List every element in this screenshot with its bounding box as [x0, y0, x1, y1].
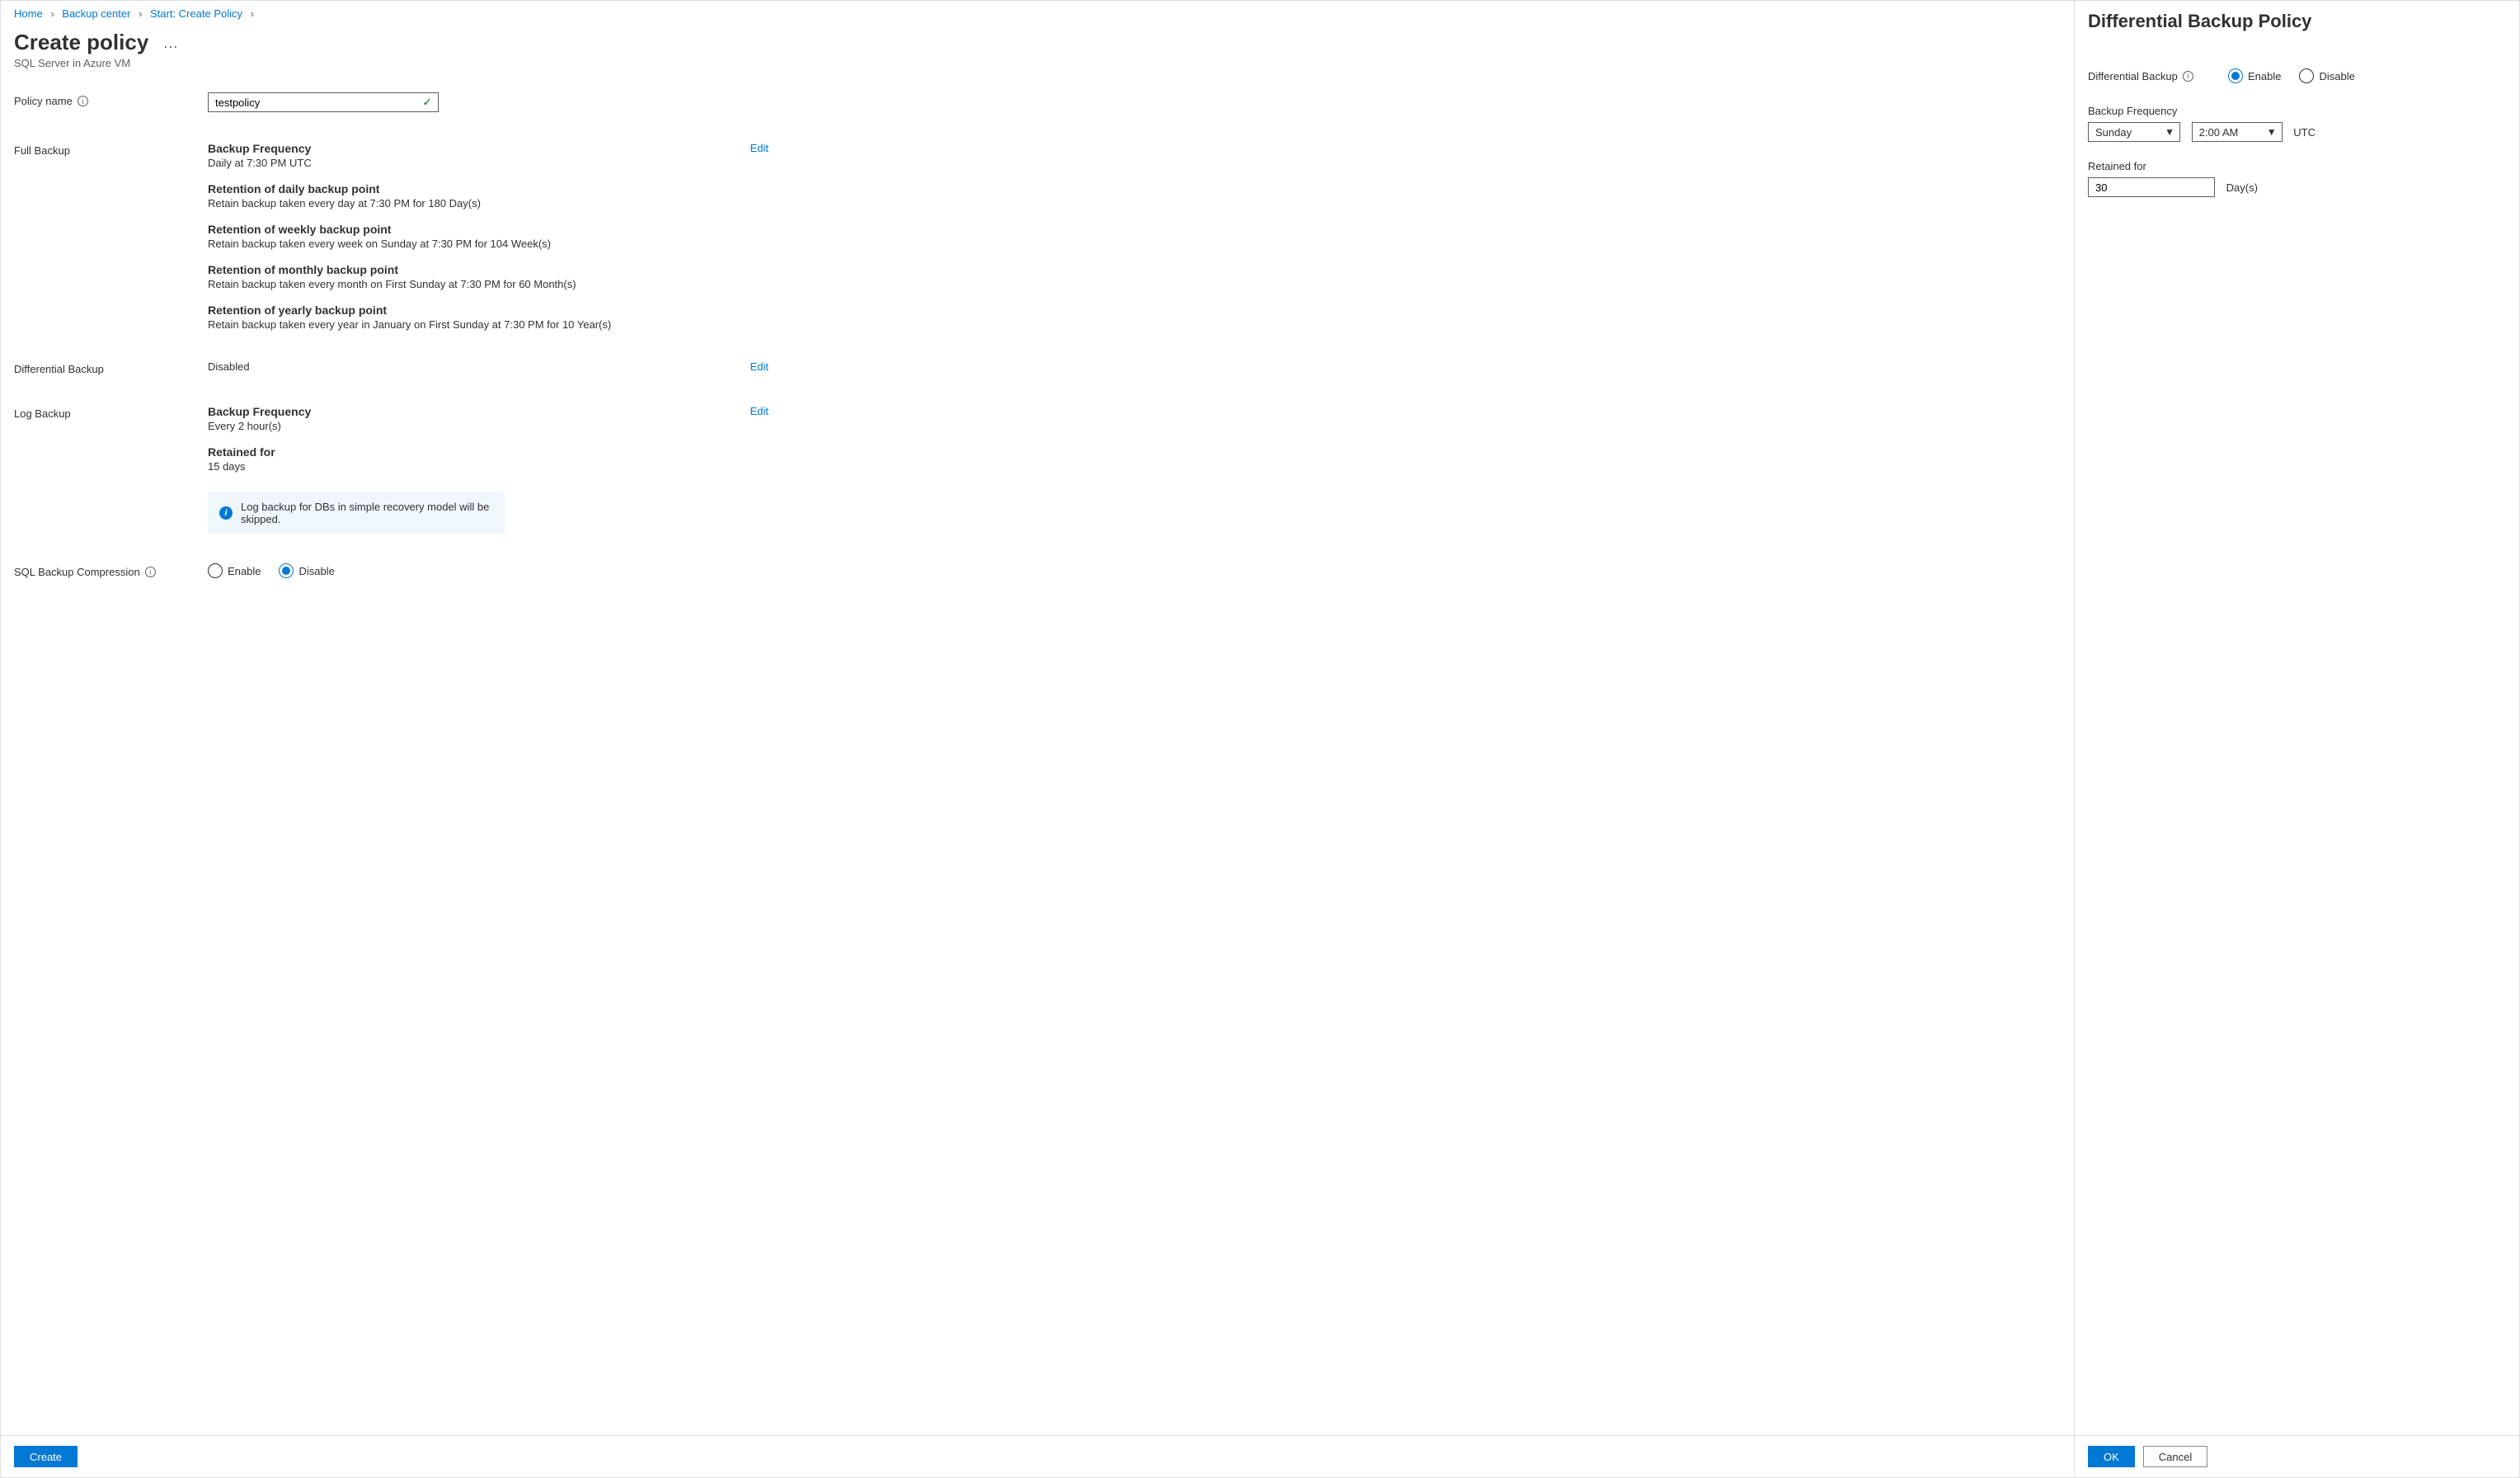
diff-backup-disable-radio[interactable]: Disable	[2299, 68, 2354, 83]
sql-compression-enable-radio[interactable]: Enable	[208, 563, 261, 578]
info-icon[interactable]: i	[78, 96, 88, 106]
log-backup-frequency-heading: Backup Frequency	[208, 405, 769, 418]
info-icon: i	[219, 506, 233, 520]
radio-disable-label: Disable	[299, 565, 334, 577]
info-icon[interactable]: i	[145, 567, 156, 577]
backup-frequency-label: Backup Frequency	[2088, 105, 2506, 117]
info-callout: i Log backup for DBs in simple recovery …	[208, 492, 505, 534]
retention-monthly-heading: Retention of monthly backup point	[208, 263, 769, 276]
retained-unit-label: Day(s)	[2226, 181, 2258, 194]
sql-compression-label: SQL Backup Compression i	[14, 563, 208, 578]
chevron-right-icon: ›	[50, 7, 54, 20]
differential-backup-label: Differential Backup	[14, 360, 208, 375]
log-backup-retained-heading: Retained for	[208, 445, 769, 459]
chevron-right-icon: ›	[139, 7, 142, 20]
create-button[interactable]: Create	[14, 1446, 78, 1467]
retention-weekly-text: Retain backup taken every week on Sunday…	[208, 238, 769, 250]
radio-disable-label: Disable	[2319, 70, 2354, 82]
panel-footer: OK Cancel	[2075, 1435, 2519, 1477]
retained-for-input[interactable]	[2088, 177, 2215, 197]
retention-monthly-text: Retain backup taken every month on First…	[208, 278, 769, 290]
chevron-right-icon: ›	[251, 7, 254, 20]
differential-backup-status: Disabled	[208, 360, 769, 373]
chevron-down-icon: ▼	[2267, 126, 2277, 138]
log-backup-frequency-text: Every 2 hour(s)	[208, 420, 769, 432]
breadcrumb-create-policy[interactable]: Start: Create Policy	[150, 7, 242, 20]
page-title: Create policy	[14, 30, 148, 55]
log-backup-label: Log Backup	[14, 405, 208, 420]
edit-full-backup-link[interactable]: Edit	[750, 142, 769, 154]
more-actions-icon[interactable]: ···	[163, 38, 178, 55]
edit-differential-backup-link[interactable]: Edit	[750, 360, 769, 373]
radio-enable-label: Enable	[2248, 70, 2281, 82]
log-backup-retained-text: 15 days	[208, 460, 769, 473]
retention-yearly-text: Retain backup taken every year in Januar…	[208, 318, 769, 331]
sql-compression-radio-group: Enable Disable	[208, 563, 769, 578]
ok-button[interactable]: OK	[2088, 1446, 2135, 1467]
retention-yearly-heading: Retention of yearly backup point	[208, 304, 769, 317]
breadcrumb-home[interactable]: Home	[14, 7, 43, 20]
full-backup-label: Full Backup	[14, 142, 208, 157]
sql-compression-disable-radio[interactable]: Disable	[279, 563, 334, 578]
main-footer: Create	[1, 1435, 2074, 1477]
policy-name-input[interactable]	[208, 92, 439, 112]
breadcrumb: Home › Backup center › Start: Create Pol…	[14, 7, 2061, 20]
diff-backup-radio-group: Enable Disable	[2228, 68, 2355, 83]
panel-diff-backup-label: Differential Backup i	[2088, 70, 2228, 82]
backup-time-select[interactable]: 2:00 AM ▼	[2192, 122, 2283, 142]
policy-name-label: Policy name i	[14, 92, 208, 107]
breadcrumb-backup-center[interactable]: Backup center	[62, 7, 130, 20]
panel-title: Differential Backup Policy	[2088, 11, 2506, 32]
utc-label: UTC	[2293, 126, 2315, 139]
full-backup-frequency-heading: Backup Frequency	[208, 142, 769, 155]
side-panel: Differential Backup Policy Differential …	[2075, 0, 2520, 1478]
retained-for-label: Retained for	[2088, 160, 2506, 172]
backup-day-select[interactable]: Sunday ▼	[2088, 122, 2180, 142]
retention-weekly-heading: Retention of weekly backup point	[208, 223, 769, 236]
retention-daily-text: Retain backup taken every day at 7:30 PM…	[208, 197, 769, 209]
full-backup-frequency-text: Daily at 7:30 PM UTC	[208, 157, 769, 169]
chevron-down-icon: ▼	[2165, 126, 2174, 138]
diff-backup-enable-radio[interactable]: Enable	[2228, 68, 2281, 83]
retention-daily-heading: Retention of daily backup point	[208, 182, 769, 195]
page-subtitle: SQL Server in Azure VM	[14, 57, 2061, 69]
cancel-button[interactable]: Cancel	[2143, 1446, 2207, 1467]
main-panel: Home › Backup center › Start: Create Pol…	[0, 0, 2075, 1478]
info-icon[interactable]: i	[2183, 71, 2193, 82]
edit-log-backup-link[interactable]: Edit	[750, 405, 769, 417]
info-callout-text: Log backup for DBs in simple recovery mo…	[241, 501, 493, 525]
radio-enable-label: Enable	[228, 565, 261, 577]
